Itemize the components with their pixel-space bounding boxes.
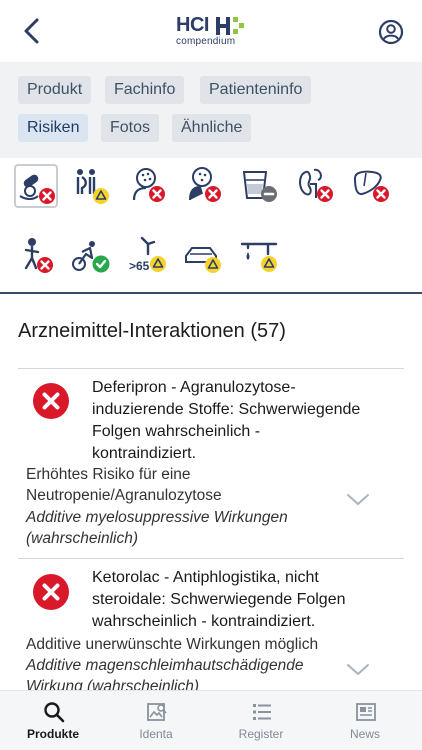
nav-label: Produkte xyxy=(26,727,79,741)
risk-liver[interactable] xyxy=(350,164,394,208)
pregnancy-icon xyxy=(76,169,109,204)
mechanism-line: Additive magenschleimhautschädigende xyxy=(26,657,304,674)
title-line: Folgen wahrscheinlich - xyxy=(92,423,261,440)
liver-icon xyxy=(353,170,389,202)
newspaper-icon xyxy=(356,703,376,721)
hci-compendium-logo: HCI compendium xyxy=(176,14,250,48)
nav-produkte[interactable]: Produkte xyxy=(3,691,103,750)
title-line: induzierende Stoffe: Schwerwiegende xyxy=(92,401,361,418)
title-line: Deferipron - Agranulozytose- xyxy=(92,379,296,396)
driving-icon xyxy=(185,247,221,273)
severe-risk-icon xyxy=(33,574,69,610)
tab-produkt[interactable]: Produkt xyxy=(18,76,92,104)
allergy-icon xyxy=(132,168,165,202)
interaction-effect: Erhöhtes Risiko für eine Neutropenie/Agr… xyxy=(26,464,336,506)
section-title: Arzneimittel-Interaktionen (57) xyxy=(18,320,286,342)
risk-alcohol[interactable] xyxy=(238,164,282,208)
nav-label: Register xyxy=(238,727,284,741)
severe-risk-icon xyxy=(33,383,69,419)
nav-news[interactable]: News xyxy=(315,691,415,750)
title-line: kontraindiziert. xyxy=(92,445,197,462)
tab-patienteninfo[interactable]: Patienteninfo xyxy=(200,76,312,104)
risk-machine[interactable] xyxy=(238,234,282,278)
interaction-title: Ketorolac - Antiphlogistika, nicht stero… xyxy=(92,567,382,633)
machine-icon xyxy=(240,242,278,272)
sport-icon xyxy=(72,241,110,273)
nav-register[interactable]: Register xyxy=(211,691,311,750)
risk-elderly[interactable]: >65 xyxy=(126,234,170,278)
risk-child[interactable] xyxy=(14,234,58,278)
alcohol-icon xyxy=(242,171,277,202)
effect-line: Additive unerwünschte Wirkungen möglich xyxy=(26,636,319,653)
interaction-effect: Additive unerwünschte Wirkungen möglich xyxy=(26,634,356,655)
risk-kidney[interactable] xyxy=(294,164,338,208)
logo-mark-icon xyxy=(216,17,244,35)
tab-fotos[interactable]: Fotos xyxy=(101,114,160,142)
logo-subtitle: compendium xyxy=(176,36,236,47)
interaction-icon xyxy=(19,174,55,204)
tab-bar: Produkt Fachinfo Patienteninfo Risiken F… xyxy=(0,62,422,158)
tab-aehnliche[interactable]: Ähnliche xyxy=(172,114,252,142)
mechanism-line: Additive myelosuppressive Wirkungen xyxy=(26,509,288,526)
item-separator xyxy=(18,558,404,559)
effect-line: Erhöhtes Risiko für eine xyxy=(26,466,191,483)
chevron-down-icon[interactable] xyxy=(346,493,370,507)
chevron-down-icon[interactable] xyxy=(346,663,370,677)
section-separator xyxy=(18,368,404,369)
icons-divider xyxy=(0,292,422,294)
tab-risiken[interactable]: Risiken xyxy=(18,114,89,142)
title-line: Ketorolac - Antiphlogistika, nicht xyxy=(92,569,319,586)
contraindication-icon xyxy=(189,167,221,202)
title-line: wahrscheinlich - kontraindiziert. xyxy=(92,613,316,630)
risk-contraindication[interactable] xyxy=(182,164,226,208)
list-icon xyxy=(253,704,271,720)
mechanism-line: (wahrscheinlich) xyxy=(26,530,138,547)
interaction-mechanism: Additive myelosuppressive Wirkungen (wah… xyxy=(26,507,336,549)
user-circle-icon xyxy=(378,19,404,45)
child-icon xyxy=(24,238,53,273)
risk-allergy[interactable] xyxy=(126,164,170,208)
profile-button[interactable] xyxy=(378,19,404,45)
elderly-age-label: >65 xyxy=(129,259,150,273)
risk-driving[interactable] xyxy=(182,234,226,278)
risk-interaction[interactable] xyxy=(14,164,58,208)
interaction-title: Deferipron - Agranulozytose- induzierend… xyxy=(92,377,382,465)
risk-icon-grid: >65 xyxy=(0,158,422,294)
risk-pregnancy[interactable] xyxy=(70,164,114,208)
risk-sport[interactable] xyxy=(70,234,114,278)
nav-label: News xyxy=(349,727,380,741)
search-icon xyxy=(44,702,65,723)
bottom-navigation: Produkte Identa Register News xyxy=(0,690,422,750)
title-line: steroidale: Schwerwiegende Folgen xyxy=(92,591,346,608)
nav-label: Identa xyxy=(139,727,173,741)
tab-fachinfo[interactable]: Fachinfo xyxy=(105,76,185,104)
chevron-left-icon xyxy=(24,18,39,44)
nav-identa[interactable]: Identa xyxy=(106,691,206,750)
logo-title: HCI xyxy=(176,14,209,36)
back-button[interactable] xyxy=(18,16,46,46)
image-search-icon xyxy=(147,703,167,721)
kidney-icon xyxy=(299,168,333,202)
app-header: HCI compendium xyxy=(0,0,422,62)
elderly-65-icon: >65 xyxy=(129,236,166,273)
effect-line: Neutropenie/Agranulozytose xyxy=(26,487,222,504)
